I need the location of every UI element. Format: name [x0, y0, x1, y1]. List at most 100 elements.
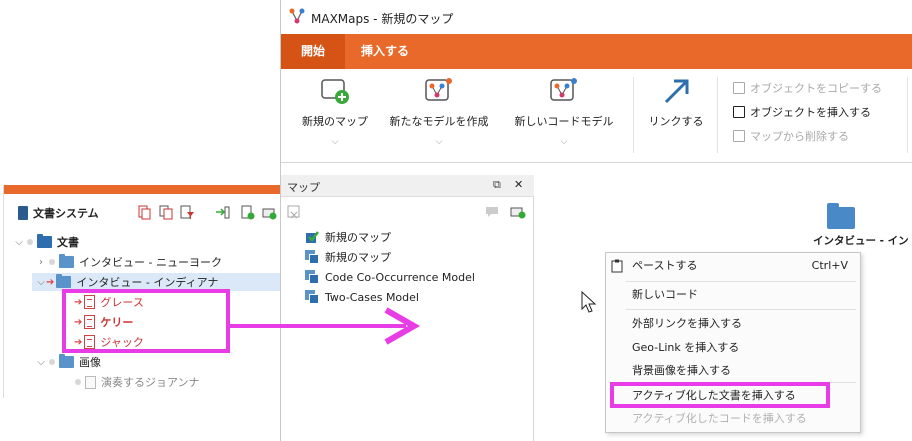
map-item[interactable]: Two-Cases Model: [305, 287, 419, 307]
link-arrow-icon: [660, 77, 692, 105]
menu-item-new-code[interactable]: 新しいコード: [606, 284, 860, 306]
copy-object-button[interactable]: オブジェクトをコピーする: [733, 80, 882, 96]
map-item[interactable]: Code Co-Occurrence Model: [305, 267, 475, 287]
tree-item-joanna[interactable]: 演奏するジョアンナ: [72, 373, 200, 391]
filter-docs-icon[interactable]: [180, 205, 195, 220]
menu-item-paste[interactable]: ペーストする Ctrl+V: [606, 255, 860, 277]
ribbon-separator: [717, 77, 718, 153]
clipboard-icon: [733, 106, 745, 118]
status-dot: [49, 359, 55, 365]
tree-root-documents[interactable]: ⌵ 文書: [14, 233, 79, 251]
delete-from-map-label: マップから削除する: [750, 130, 849, 143]
map-item-label: 新規のマップ: [325, 231, 391, 244]
new-map-folder-icon[interactable]: [510, 205, 526, 219]
menu-item-insert-background-image[interactable]: 背景画像を挿入する: [606, 360, 860, 382]
tree-item-interview-ny[interactable]: › インタビュー - ニューヨーク: [36, 253, 222, 271]
new-map-label: 新規のマップ: [302, 115, 368, 128]
menu-item-label: アクティブ化したコードを挿入する: [632, 412, 807, 425]
new-code-model-label: 新しいコードモデル: [514, 115, 614, 128]
menu-item-insert-activated-codes[interactable]: アクティブ化したコードを挿入する: [606, 408, 860, 430]
new-model-icon: [423, 77, 455, 105]
canvas-document-node[interactable]: インタビュー - イン: [813, 203, 912, 248]
link-label: リンクする: [648, 115, 704, 128]
status-dot: [75, 379, 81, 385]
folder-icon: [56, 274, 72, 288]
chevron-down-icon[interactable]: ⌵: [383, 137, 495, 147]
new-map-button[interactable]: 新規のマップ ⌵: [297, 77, 373, 147]
folder-icon: [37, 234, 52, 248]
map-icon: [305, 270, 319, 284]
new-code-model-button[interactable]: 新しいコードモデル ⌵: [503, 77, 625, 147]
map-item-label: Code Co-Occurrence Model: [325, 270, 475, 284]
tree-label: 画像: [79, 356, 101, 369]
close-icon[interactable]: ✕: [514, 178, 523, 191]
window-title: MAXMaps - 新規のマップ: [311, 12, 454, 26]
ribbon-separator: [907, 77, 908, 153]
new-map-icon: [319, 77, 351, 105]
undock-icon[interactable]: ⧉: [493, 178, 501, 192]
menu-item-insert-external-link[interactable]: 外部リンクを挿入する: [606, 313, 860, 335]
chevron-down-icon[interactable]: ⌵: [297, 137, 373, 147]
map-item[interactable]: 新規のマップ: [305, 227, 391, 247]
tab-insert[interactable]: 挿入する: [345, 34, 425, 69]
ribbon-separator: [633, 77, 634, 153]
document-system-title-text: 文書システム: [33, 207, 99, 220]
delete-from-map-button[interactable]: マップから削除する: [733, 128, 849, 144]
chevron-down-icon[interactable]: ⌵: [36, 357, 46, 368]
mouse-cursor-icon: [581, 291, 597, 313]
copy-object-label: オブジェクトをコピーする: [750, 82, 882, 95]
insert-object-label: オブジェクトを挿入する: [750, 106, 871, 119]
delete-map-icon[interactable]: [287, 205, 301, 219]
highlight-box-documents: [62, 289, 230, 353]
menu-item-label: 背景画像を挿入する: [632, 364, 731, 377]
menu-item-label: Geo-Link を挿入する: [632, 341, 740, 354]
document-system-title: 文書システム: [18, 205, 99, 221]
map-panel-title: マップ: [287, 181, 320, 194]
tab-start[interactable]: 開始: [281, 34, 345, 69]
copy-icon: [733, 82, 745, 94]
status-dot: [49, 259, 55, 265]
panel-accent-strip: [4, 185, 280, 194]
menu-item-insert-geo-link[interactable]: Geo-Link を挿入する: [606, 337, 860, 359]
annotation-arrow-icon: [226, 307, 421, 345]
activated-arrow-icon: ➔: [46, 276, 55, 288]
new-document-icon[interactable]: [240, 205, 255, 220]
chevron-down-icon[interactable]: ⌵: [36, 277, 46, 288]
canvas-node-label: インタビュー - イン: [813, 235, 909, 247]
new-code-model-icon: [548, 77, 580, 105]
chevron-right-icon[interactable]: ›: [36, 257, 46, 268]
paste-icon: [611, 259, 623, 273]
import-icon[interactable]: [215, 205, 230, 220]
folder-icon: [827, 203, 855, 229]
new-model-label: 新たなモデルを作成: [389, 115, 489, 128]
status-dot: [27, 239, 33, 245]
insert-object-button[interactable]: オブジェクトを挿入する: [733, 104, 871, 120]
highlight-box-menu-item: [610, 382, 830, 408]
folder-icon: [59, 254, 74, 268]
tree-label: インタビュー - インディアナ: [76, 276, 219, 289]
new-model-button[interactable]: 新たなモデルを作成 ⌵: [383, 77, 495, 147]
active-map-icon: [306, 231, 319, 243]
map-item-label: 新規のマップ: [325, 251, 391, 264]
activate-docs-icon[interactable]: [137, 205, 152, 220]
map-item[interactable]: 新規のマップ: [305, 247, 391, 267]
ribbon-tab-bar: 開始 挿入する: [281, 34, 912, 69]
map-icon: [305, 250, 319, 264]
map-panel-header: マップ ⧉ ✕: [281, 175, 534, 197]
copy-docs-icon[interactable]: [159, 205, 174, 220]
document-system-icon: [18, 206, 28, 220]
menu-separator: [626, 281, 856, 282]
tree-label: 演奏するジョアンナ: [101, 376, 200, 389]
new-folder-icon[interactable]: [262, 205, 277, 220]
image-document-icon: [85, 375, 96, 389]
title-bar: MAXMaps - 新規のマップ: [281, 0, 912, 34]
chevron-down-icon[interactable]: ⌵: [14, 237, 24, 248]
menu-item-shortcut: Ctrl+V: [811, 259, 848, 272]
menu-separator: [626, 309, 856, 310]
link-button[interactable]: リンクする: [643, 77, 709, 129]
comment-icon[interactable]: [485, 205, 499, 219]
tree-item-images[interactable]: ⌵ 画像: [36, 353, 101, 371]
folder-icon: [59, 354, 74, 368]
map-icon: [305, 290, 319, 304]
chevron-down-icon[interactable]: ⌵: [503, 137, 625, 147]
